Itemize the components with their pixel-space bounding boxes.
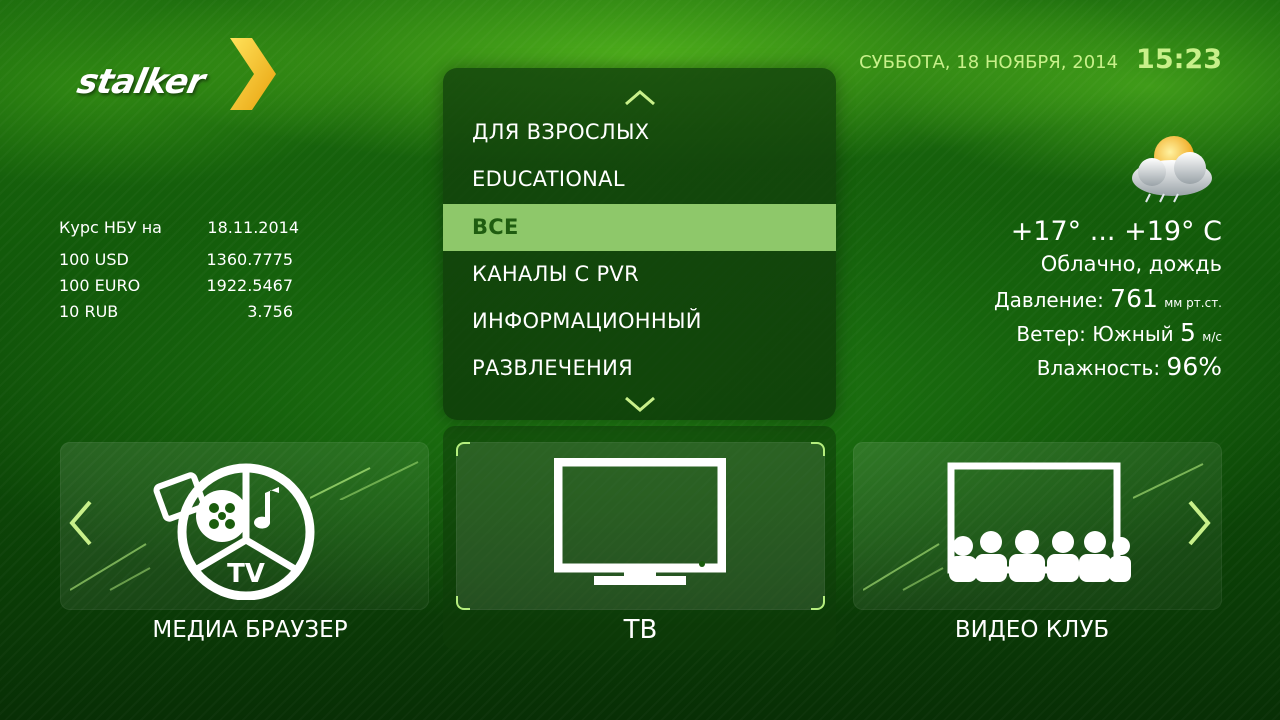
menu-item-pvr-channels[interactable]: КАНАЛЫ С PVR (443, 251, 836, 298)
currency-row: 100 USD 1360.7775 (59, 247, 293, 273)
tv-monitor-icon (554, 458, 726, 585)
currency-date: 18.11.2014 (207, 218, 299, 237)
tv-label[interactable]: ТВ (456, 615, 825, 645)
currency-header: Курс НБУ на 18.11.2014 (59, 218, 299, 237)
logo-chevron-icon (230, 38, 276, 110)
clock: 15:23 (1136, 44, 1222, 75)
deco-lines (310, 461, 419, 500)
pressure-unit: мм рт.ст. (1164, 296, 1222, 310)
humidity-label: Влажность: (1036, 356, 1161, 380)
weather-pressure: Давление: 761 мм рт.ст. (994, 284, 1222, 313)
wind-unit: м/с (1202, 330, 1222, 344)
wind-value: 5 (1180, 318, 1196, 347)
menu-item-all[interactable]: ВСЕ (443, 204, 836, 251)
deco-lines (1133, 463, 1204, 499)
currency-value: 1922.5467 (206, 276, 293, 295)
logo-text: stalker (73, 62, 208, 102)
focus-corner (811, 442, 825, 456)
currency-name: 10 RUB (59, 302, 119, 321)
focus-corner (456, 442, 470, 456)
video-club-label[interactable]: ВИДЕО КЛУБ (842, 617, 1222, 643)
tv-icon-text: TV (227, 559, 265, 589)
arrow-right-icon[interactable] (1186, 498, 1212, 548)
menu-item-educational[interactable]: EDUCATIONAL (443, 156, 836, 203)
currency-rates-panel: Курс НБУ на 18.11.2014 100 USD 1360.7775… (59, 218, 299, 325)
cinema-audience-icon (947, 462, 1131, 582)
wind-label: Ветер: Южный (1016, 322, 1174, 346)
weather-description: Облачно, дождь (1040, 252, 1222, 276)
tv-tile[interactable] (456, 442, 825, 610)
scroll-up-icon[interactable] (622, 88, 658, 108)
currency-value: 1360.7775 (206, 250, 293, 269)
media-browser-label[interactable]: МЕДИА БРАУЗЕР (60, 617, 440, 643)
currency-name: 100 USD (59, 250, 129, 269)
pressure-label: Давление: (993, 288, 1104, 312)
focus-corner (456, 596, 470, 610)
media-film-tv-icon: TV (153, 463, 315, 600)
datetime: СУББОТА, 18 НОЯБРЯ, 2014 15:23 (859, 44, 1222, 75)
currency-name: 100 EURO (59, 276, 141, 295)
video-club-tile[interactable] (853, 442, 1222, 610)
menu-item-adult[interactable]: ДЛЯ ВЗРОСЛЫХ (443, 109, 836, 156)
media-browser-tile[interactable]: TV (60, 442, 429, 610)
cloud-sun-rain-icon (1132, 136, 1212, 203)
weather-panel: +17° ... +19° C Облачно, дождь Давление:… (962, 128, 1222, 388)
category-menu[interactable]: ДЛЯ ВЗРОСЛЫХ EDUCATIONAL ВСЕ КАНАЛЫ С PV… (443, 68, 836, 420)
currency-row: 100 EURO 1922.5467 (59, 273, 293, 299)
currency-title: Курс НБУ на (59, 218, 162, 237)
currency-row: 10 RUB 3.756 (59, 299, 293, 325)
weather-temperature: +17° ... +19° C (1010, 216, 1222, 247)
arrow-left-icon[interactable] (68, 498, 94, 548)
humidity-value: 96% (1166, 352, 1222, 381)
scroll-down-icon[interactable] (622, 394, 658, 414)
menu-item-news[interactable]: ИНФОРМАЦИОННЫЙ (443, 298, 836, 345)
menu-item-entertainment[interactable]: РАЗВЛЕЧЕНИЯ (443, 345, 836, 392)
weather-wind: Ветер: Южный 5 м/с (1016, 318, 1222, 347)
weather-humidity: Влажность: 96% (1037, 352, 1222, 381)
date-label: СУББОТА, 18 НОЯБРЯ, 2014 (859, 52, 1119, 73)
stalker-logo: stalker (74, 38, 288, 118)
pressure-value: 761 (1110, 284, 1158, 313)
currency-value: 3.756 (247, 302, 293, 321)
